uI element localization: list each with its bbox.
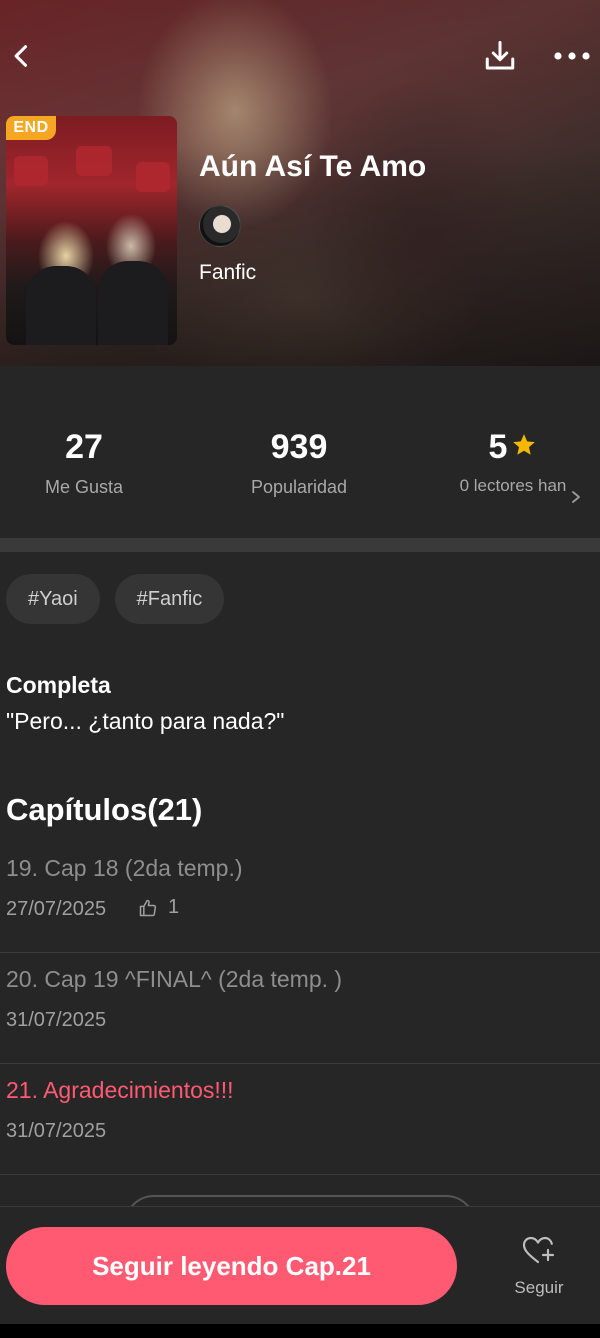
cover-figure: [26, 266, 96, 345]
likes-label: Me Gusta: [44, 477, 124, 497]
chapter-row[interactable]: 19. Cap 18 (2da temp.) 27/07/2025 1: [0, 842, 600, 953]
system-nav-strip: [0, 1324, 600, 1338]
more-options-button[interactable]: [550, 36, 594, 76]
stats-row: 27 Me Gusta 939 Popularidad 5 0 lectores…: [0, 366, 600, 538]
heart-plus-icon: [522, 1236, 555, 1264]
tag-list: #Yaoi #Fanfic: [6, 574, 225, 624]
stat-popularity: 939 Popularidad: [199, 428, 399, 498]
follow-label: Seguir: [514, 1278, 564, 1297]
thumbs-up-icon: [139, 899, 157, 916]
chapter-like-count: 1: [168, 896, 180, 918]
rating-value: 5: [488, 428, 508, 466]
chevron-left-icon: [14, 45, 28, 67]
chapter-row[interactable]: 20. Cap 19 ^FINAL^ (2da temp. ) 31/07/20…: [0, 953, 600, 1064]
chapter-date: 31/07/2025: [6, 1120, 107, 1142]
tag-chip[interactable]: #Yaoi: [6, 574, 100, 624]
chapter-likes: 1: [138, 896, 179, 919]
chevron-right-icon[interactable]: [570, 490, 582, 504]
chapters-heading[interactable]: Capítulos(21): [6, 792, 202, 828]
popularity-count: 939: [270, 428, 328, 466]
star-icon: [513, 434, 536, 455]
chapter-date: 27/07/2025: [6, 898, 107, 920]
cover-seat: [136, 162, 170, 192]
download-button[interactable]: [478, 36, 522, 76]
back-button[interactable]: [2, 36, 42, 76]
author-avatar[interactable]: [199, 205, 241, 247]
popularity-label: Popularidad: [250, 477, 348, 497]
download-icon: [485, 41, 515, 70]
end-badge: END: [6, 116, 56, 140]
tag-chip[interactable]: #Fanfic: [114, 574, 225, 624]
synopsis-text: "Pero... ¿tanto para nada?": [6, 708, 285, 734]
stat-rating[interactable]: 5 0 lectores han: [413, 428, 600, 496]
rating-label: 0 lectores han: [459, 476, 567, 495]
more-horizontal-icon: [554, 52, 590, 60]
book-cover[interactable]: END: [6, 116, 177, 345]
completion-status: Completa: [6, 672, 111, 698]
cover-figure: [98, 261, 168, 345]
book-category: Fanfic: [199, 261, 257, 284]
bottom-action-bar: Seguir leyendo Cap.21 Seguir: [0, 1206, 600, 1324]
rating-value-wrap: 5: [413, 428, 600, 467]
follow-button[interactable]: Seguir: [498, 1235, 580, 1298]
likes-count: 27: [65, 428, 103, 466]
continue-reading-button[interactable]: Seguir leyendo Cap.21: [6, 1227, 457, 1305]
chapter-date: 31/07/2025: [6, 1009, 107, 1031]
cover-seat: [76, 146, 112, 176]
stat-likes: 27 Me Gusta: [0, 428, 184, 498]
chapter-title: 20. Cap 19 ^FINAL^ (2da temp. ): [6, 966, 343, 992]
details-panel: 27 Me Gusta 939 Popularidad 5 0 lectores…: [0, 366, 600, 1338]
chapter-title: 19. Cap 18 (2da temp.): [6, 855, 243, 881]
chapter-row[interactable]: 21. Agradecimientos!!! 31/07/2025: [0, 1064, 600, 1175]
chapter-title: 21. Agradecimientos!!!: [6, 1077, 234, 1103]
cover-seat: [14, 156, 48, 186]
section-divider: [0, 538, 600, 552]
book-title: Aún Así Te Amo: [199, 150, 427, 183]
